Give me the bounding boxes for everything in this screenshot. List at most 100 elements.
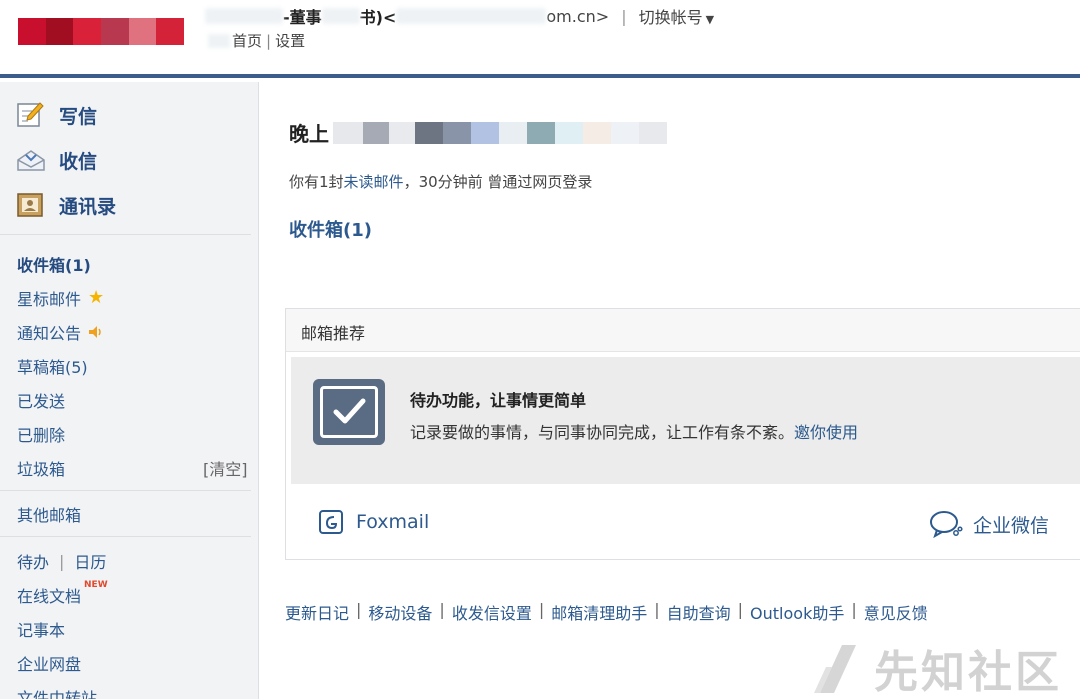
sidebar-item-label: 已删除 bbox=[17, 426, 66, 445]
logo-block bbox=[18, 18, 46, 45]
footer-link-feedback[interactable]: 意见反馈 bbox=[864, 600, 928, 624]
redacted-text bbox=[208, 33, 230, 48]
sidebar-item-label: 草稿箱(5) bbox=[17, 358, 88, 377]
sidebar-item-label: 已发送 bbox=[17, 392, 66, 411]
sidebar-item-label: 星标邮件 bbox=[17, 290, 82, 309]
caret-down-icon: ▼ bbox=[705, 13, 715, 26]
footer-separator: | bbox=[737, 600, 744, 619]
wecom-icon bbox=[929, 509, 963, 539]
sidebar-divider bbox=[0, 490, 251, 491]
status-prefix: 你有1封 bbox=[289, 173, 344, 191]
star-icon: ★ bbox=[88, 287, 105, 308]
account-info: -董事 书)< om.cn> | 切换帐号 ▼ bbox=[205, 4, 714, 28]
foxmail-link[interactable]: Foxmail bbox=[318, 509, 429, 535]
footer-link-mail-settings[interactable]: 收发信设置 bbox=[452, 600, 532, 624]
recommend-panel: 邮箱推荐 待办功能，让事情更简单 记录要做的事情，与同事协同完成，让工作有条不紊… bbox=[285, 308, 1080, 560]
sidebar-divider bbox=[0, 536, 251, 537]
header-separator: | bbox=[621, 6, 627, 26]
sidebar-item-online-docs[interactable]: 在线文档 NEW bbox=[17, 580, 108, 607]
switch-account-label: 切换帐号 bbox=[638, 8, 703, 27]
compose-button[interactable]: 写信 bbox=[16, 101, 97, 129]
footer-link-cleanup[interactable]: 邮箱清理助手 bbox=[551, 600, 647, 624]
logo-block bbox=[73, 18, 102, 45]
sidebar-item-netdisk[interactable]: 企业网盘 bbox=[17, 651, 81, 675]
footer-separator: | bbox=[538, 600, 545, 619]
sidebar-item-other-mailbox[interactable]: 其他邮箱 bbox=[17, 502, 81, 526]
compose-icon bbox=[16, 101, 44, 129]
footer-link-self-query[interactable]: 自助查询 bbox=[667, 600, 731, 624]
todo-promo-card[interactable]: 待办功能，让事情更简单 记录要做的事情，与同事协同完成，让工作有条不紊。邀你使用 bbox=[291, 357, 1080, 484]
recommend-title: 邮箱推荐 bbox=[286, 309, 1080, 352]
sidebar-item-todo[interactable]: 待办 bbox=[17, 549, 49, 573]
account-email: om.cn> bbox=[546, 6, 610, 26]
footer-separator: | bbox=[356, 600, 362, 619]
sidebar-item-inbox[interactable]: 收件箱(1) bbox=[17, 252, 91, 276]
new-badge: NEW bbox=[84, 580, 108, 590]
home-link[interactable]: 首页 bbox=[232, 30, 262, 51]
watermark: 先知社区 bbox=[812, 636, 1062, 699]
inbox-link[interactable]: 收件箱(1) bbox=[289, 216, 372, 242]
promo-title: 待办功能，让事情更简单 bbox=[410, 391, 587, 410]
promo-description: 记录要做的事情，与同事协同完成，让工作有条不紊。邀你使用 bbox=[410, 419, 858, 443]
sidebar-item-starred[interactable]: 星标邮件 ★ bbox=[17, 286, 104, 310]
sidebar-item-sent[interactable]: 已发送 bbox=[17, 388, 65, 412]
redacted-email bbox=[396, 8, 547, 24]
sidebar-tools-row: 待办 | 日历 bbox=[17, 549, 106, 573]
contacts-label: 通讯录 bbox=[59, 195, 117, 218]
logo-block bbox=[156, 18, 185, 45]
sidebar-item-deleted[interactable]: 已删除 bbox=[17, 422, 65, 446]
invite-use-link[interactable]: 邀你使用 bbox=[794, 423, 858, 442]
checkbox-icon bbox=[313, 379, 385, 445]
unread-mail-link[interactable]: 未读邮件 bbox=[344, 173, 404, 191]
logo-block bbox=[101, 18, 129, 45]
logo-block bbox=[45, 18, 74, 45]
sidebar-item-calendar[interactable]: 日历 bbox=[74, 549, 106, 573]
footer-link-mobile[interactable]: 移动设备 bbox=[368, 600, 432, 624]
sidebar-item-label: 文件中转站 bbox=[17, 689, 98, 699]
login-status: 你有1封未读邮件，30分钟前 曾通过网页登录 bbox=[289, 171, 592, 192]
account-title-end: 书)< bbox=[359, 8, 397, 27]
footer-links: 更新日记 | 移动设备 | 收发信设置 | 邮箱清理助手 | 自助查询 | Ou… bbox=[285, 600, 928, 624]
sidebar-divider bbox=[0, 234, 251, 235]
account-title: -董事 bbox=[283, 8, 322, 27]
switch-account-link[interactable]: 切换帐号 ▼ bbox=[639, 4, 714, 28]
footer-separator: | bbox=[439, 600, 445, 619]
speaker-icon bbox=[88, 325, 104, 339]
clear-spam-link[interactable]: [清空] bbox=[203, 456, 248, 480]
foxmail-label: Foxmail bbox=[356, 511, 430, 533]
sidebar-item-label: 其他邮箱 bbox=[17, 506, 82, 525]
sidebar-item-file-transfer[interactable]: 文件中转站 bbox=[17, 685, 97, 699]
top-header: -董事 书)< om.cn> | 切换帐号 ▼ 首页 | 设置 bbox=[0, 0, 1080, 78]
sidebar-item-spam[interactable]: 垃圾箱 bbox=[17, 456, 65, 480]
foxmail-icon bbox=[318, 509, 344, 535]
address-book-icon bbox=[16, 191, 44, 219]
sidebar-item-notices[interactable]: 通知公告 bbox=[17, 320, 104, 344]
settings-link[interactable]: 设置 bbox=[275, 30, 305, 51]
company-logo[interactable] bbox=[18, 18, 185, 45]
contacts-button[interactable]: 通讯录 bbox=[16, 191, 116, 219]
compose-label: 写信 bbox=[59, 105, 98, 128]
sidebar-item-notebook[interactable]: 记事本 bbox=[17, 617, 65, 641]
footer-separator: | bbox=[851, 600, 857, 619]
receive-button[interactable]: 收信 bbox=[16, 146, 97, 174]
wecom-link[interactable]: 企业微信 bbox=[929, 509, 1049, 539]
footer-link-changelog[interactable]: 更新日记 bbox=[285, 600, 349, 624]
redacted-text bbox=[321, 8, 360, 24]
status-suffix: ，30分钟前 曾通过网页登录 bbox=[403, 173, 593, 191]
sidebar-item-label: 企业网盘 bbox=[17, 655, 82, 674]
sidebar-item-label: 垃圾箱 bbox=[17, 460, 66, 479]
redacted-name bbox=[205, 8, 283, 24]
sidebar-item-drafts[interactable]: 草稿箱(5) bbox=[17, 354, 88, 378]
sidebar-item-label: 在线文档 bbox=[17, 587, 82, 606]
sidebar-item-label: 记事本 bbox=[17, 621, 66, 640]
logo-block bbox=[128, 18, 157, 45]
watermark-logo-icon bbox=[814, 645, 856, 693]
footer-link-outlook[interactable]: Outlook助手 bbox=[750, 600, 844, 624]
sidebar-item-label: 通知公告 bbox=[17, 324, 82, 343]
sidebar: 写信 收信 通讯录 收件箱(1) 星标邮件 ★ 通知公告 草稿箱(5) 已发送 … bbox=[0, 82, 259, 699]
wecom-label: 企业微信 bbox=[973, 514, 1050, 537]
redacted-username bbox=[333, 121, 667, 144]
tool-separator: | bbox=[59, 551, 65, 571]
greeting: 晚上 bbox=[289, 118, 667, 147]
link-separator: | bbox=[266, 31, 272, 50]
